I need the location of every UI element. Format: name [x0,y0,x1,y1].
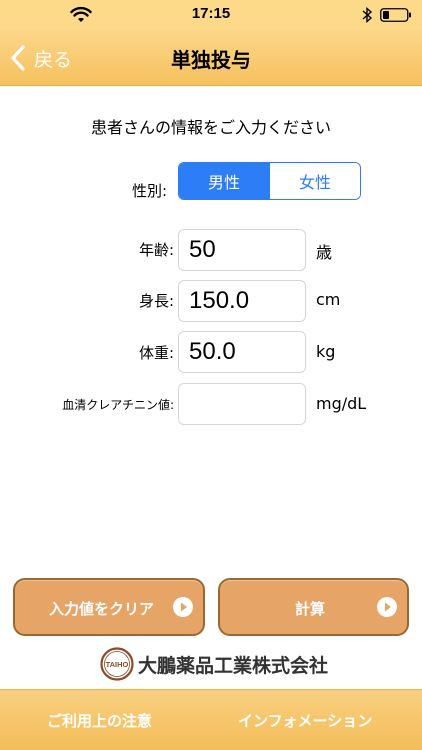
weight-label: 体重: [138,344,174,362]
status-bar: 17:15 [0,0,422,30]
gender-option-male[interactable]: 男性 [179,163,269,199]
clear-button-label: 入力値をクリア [49,600,155,618]
company-logo: TAIHO 大鵬薬品工業株式会社 [100,647,329,681]
play-circle-icon [173,597,193,617]
tab-information[interactable]: インフォメーション [238,710,372,731]
weight-unit: kg [316,342,336,361]
gender-label: 性別: [131,182,167,200]
taiho-logo-icon: TAIHO [100,647,134,681]
nav-bar: 戻る 単独投与 [0,30,422,86]
gender-segmented-control: 男性 女性 [178,162,361,200]
page-title: 単独投与 [171,48,251,72]
clear-button[interactable]: 入力値をクリア [13,578,205,636]
battery-icon [380,8,411,22]
weight-input[interactable] [178,331,306,373]
company-name: 大鵬薬品工業株式会社 [138,654,329,677]
calculate-button[interactable]: 計算 [218,578,409,636]
height-unit: cm [316,290,341,309]
age-input[interactable] [178,229,306,271]
logo-mark-text: TAIHO [106,660,129,669]
tab-usage-notice[interactable]: ご利用上の注意 [47,710,152,731]
creatinine-input[interactable] [178,383,306,425]
creatinine-unit: mg/dL [316,394,367,413]
bottom-bar: ご利用上の注意 インフォメーション [0,689,422,750]
calculate-button-label: 計算 [295,600,326,618]
creatinine-label: 血清クレアチニン値: [62,398,174,412]
height-input[interactable] [178,280,306,322]
status-time: 17:15 [191,5,231,22]
play-circle-icon [377,597,397,617]
age-label: 年齢: [138,241,174,259]
bluetooth-icon [362,7,373,23]
age-unit: 歳 [316,243,333,262]
gender-option-female[interactable]: 女性 [269,163,360,199]
height-label: 身長: [138,292,174,310]
instruction-text: 患者さんの情報をご入力ください [90,118,331,137]
